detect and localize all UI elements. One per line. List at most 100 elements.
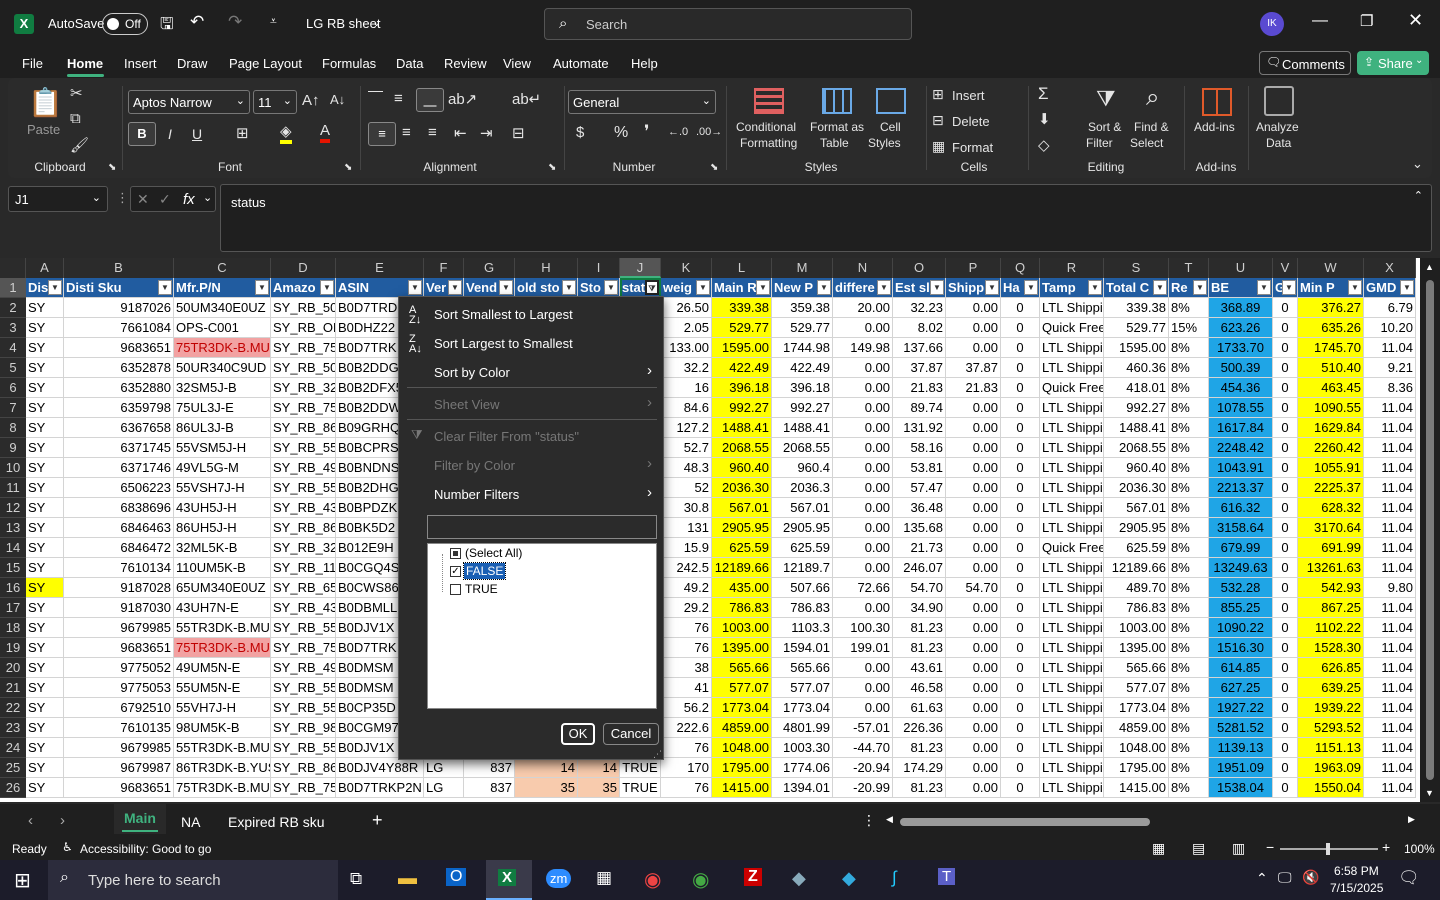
table-cell[interactable]: SY_RB_32M — [271, 538, 336, 558]
table-cell[interactable]: 0.00 — [833, 358, 893, 378]
zoom-out-icon[interactable]: − — [1266, 839, 1274, 855]
zoom-in-icon[interactable]: + — [1382, 839, 1390, 855]
table-cell[interactable]: 55VSH7J-H — [174, 478, 271, 498]
table-cell[interactable]: 1488.41 — [772, 418, 833, 438]
table-cell[interactable]: 1795.00 — [712, 758, 772, 778]
filter-dropdown-icon[interactable]: ▼ — [408, 280, 422, 295]
table-cell[interactable]: 48.3 — [661, 458, 712, 478]
table-cell[interactable]: 418.01 — [1104, 378, 1169, 398]
table-cell[interactable]: 454.36 — [1209, 378, 1273, 398]
table-cell[interactable]: 1939.22 — [1298, 698, 1364, 718]
row-header[interactable]: 13 — [0, 518, 26, 538]
table-cell[interactable]: 0 — [1001, 438, 1040, 458]
comma-icon[interactable]: ❜ — [644, 122, 649, 142]
table-cell[interactable]: 635.26 — [1298, 318, 1364, 338]
paste-icon[interactable]: 📋 — [28, 86, 63, 119]
table-cell[interactable]: SY — [26, 778, 64, 798]
table-cell[interactable]: 81.23 — [893, 738, 946, 758]
header-cell[interactable]: Dis ▼ — [26, 278, 64, 298]
column-header-p[interactable]: P — [946, 258, 1001, 278]
table-cell[interactable]: 15.9 — [661, 538, 712, 558]
windows-start-icon[interactable]: ⊞ — [14, 868, 31, 893]
merge-center-icon[interactable]: ⊟ — [512, 124, 525, 142]
row-header[interactable]: 8 — [0, 418, 26, 438]
table-cell[interactable]: SY — [26, 618, 64, 638]
table-cell[interactable]: 20.00 — [833, 298, 893, 318]
table-cell[interactable]: 855.25 — [1209, 598, 1273, 618]
table-cell[interactable]: 8% — [1169, 778, 1209, 798]
table-cell[interactable]: 14 — [578, 758, 620, 778]
table-cell[interactable]: 6367658 — [64, 418, 174, 438]
table-cell[interactable]: 1528.30 — [1298, 638, 1364, 658]
table-cell[interactable]: 55VSM5J-H — [174, 438, 271, 458]
table-cell[interactable]: 5281.52 — [1209, 718, 1273, 738]
table-cell[interactable]: 1629.84 — [1298, 418, 1364, 438]
table-cell[interactable]: 10.20 — [1364, 318, 1416, 338]
align-middle-icon[interactable]: ≡ — [394, 90, 403, 107]
number-format-select[interactable]: General ⌄ — [568, 90, 716, 114]
header-cell[interactable]: weig ▼ — [661, 278, 712, 298]
table-cell[interactable]: 0.00 — [946, 738, 1001, 758]
table-cell[interactable]: SY — [26, 538, 64, 558]
table-cell[interactable]: 86TR3DK-B.YUS — [174, 758, 271, 778]
decrease-decimal-icon[interactable]: .00→ — [696, 126, 722, 138]
header-cell[interactable]: Total C ▼ — [1104, 278, 1169, 298]
table-cell[interactable]: 0 — [1001, 458, 1040, 478]
underline-button[interactable]: U — [192, 126, 202, 142]
table-cell[interactable]: LG — [424, 758, 464, 778]
formula-input[interactable]: status ⌃ — [220, 184, 1432, 252]
row-header[interactable]: 18 — [0, 618, 26, 638]
table-cell[interactable]: 9187028 — [64, 578, 174, 598]
table-cell[interactable]: 7610135 — [64, 718, 174, 738]
table-cell[interactable]: 9.80 — [1364, 578, 1416, 598]
table-cell[interactable]: 0 — [1273, 398, 1298, 418]
table-cell[interactable]: 2248.42 — [1209, 438, 1273, 458]
scroll-up-icon[interactable]: ▲ — [1425, 262, 1434, 272]
table-cell[interactable]: 32ML5K-B — [174, 538, 271, 558]
table-cell[interactable]: 992.27 — [1104, 398, 1169, 418]
table-cell[interactable]: 6846463 — [64, 518, 174, 538]
zoom-app-icon[interactable]: zm — [546, 869, 572, 888]
table-cell[interactable]: 81.23 — [893, 638, 946, 658]
table-cell[interactable]: 41 — [661, 678, 712, 698]
filter-dropdown-icon[interactable]: ▼ — [1153, 280, 1167, 295]
table-cell[interactable]: 8% — [1169, 598, 1209, 618]
table-cell[interactable]: 1488.41 — [712, 418, 772, 438]
table-cell[interactable]: LTL Shippi — [1040, 698, 1104, 718]
table-cell[interactable]: LTL Shippi — [1040, 438, 1104, 458]
table-cell[interactable]: SY_RB_65U — [271, 578, 336, 598]
outlook-icon[interactable]: O — [446, 868, 467, 886]
network-icon[interactable]: 🖵 — [1278, 869, 1292, 886]
dialog-launcher-icon[interactable]: ⬊ — [548, 162, 556, 173]
table-cell[interactable]: 242.5 — [661, 558, 712, 578]
table-cell[interactable]: 0 — [1273, 738, 1298, 758]
table-cell[interactable]: 1139.13 — [1209, 738, 1273, 758]
table-cell[interactable]: LTL Shippi — [1040, 358, 1104, 378]
avatar[interactable]: IK — [1260, 12, 1284, 36]
table-cell[interactable]: 137.66 — [893, 338, 946, 358]
table-cell[interactable]: 422.49 — [712, 358, 772, 378]
table-cell[interactable]: 0.00 — [946, 518, 1001, 538]
table-cell[interactable]: 2036.3 — [772, 478, 833, 498]
notifications-icon[interactable]: 🗨 — [1398, 868, 1420, 888]
clock-time[interactable]: 6:58 PM — [1334, 864, 1379, 878]
table-cell[interactable]: 0 — [1273, 438, 1298, 458]
table-cell[interactable]: 1151.13 — [1298, 738, 1364, 758]
table-cell[interactable]: SY_RB_110 — [271, 558, 336, 578]
table-cell[interactable]: 422.49 — [772, 358, 833, 378]
filter-dropdown-icon[interactable]: ▼ — [1400, 280, 1414, 295]
table-cell[interactable]: 960.40 — [712, 458, 772, 478]
chevron-down-icon[interactable]: ⌄ — [372, 16, 381, 29]
table-cell[interactable]: 35 — [515, 778, 578, 798]
table-cell[interactable]: 16 — [661, 378, 712, 398]
row-header[interactable]: 20 — [0, 658, 26, 678]
table-cell[interactable]: 529.77 — [1104, 318, 1169, 338]
app-icon[interactable]: ◆ — [792, 868, 806, 889]
column-header-o[interactable]: O — [893, 258, 946, 278]
table-cell[interactable]: 43UH5J-H — [174, 498, 271, 518]
table-cell[interactable]: 174.29 — [893, 758, 946, 778]
dialog-launcher-icon[interactable]: ⬊ — [710, 162, 718, 173]
table-cell[interactable]: 9775052 — [64, 658, 174, 678]
table-cell[interactable]: SY — [26, 598, 64, 618]
comments-button[interactable]: 🗨 Comments — [1259, 51, 1351, 75]
